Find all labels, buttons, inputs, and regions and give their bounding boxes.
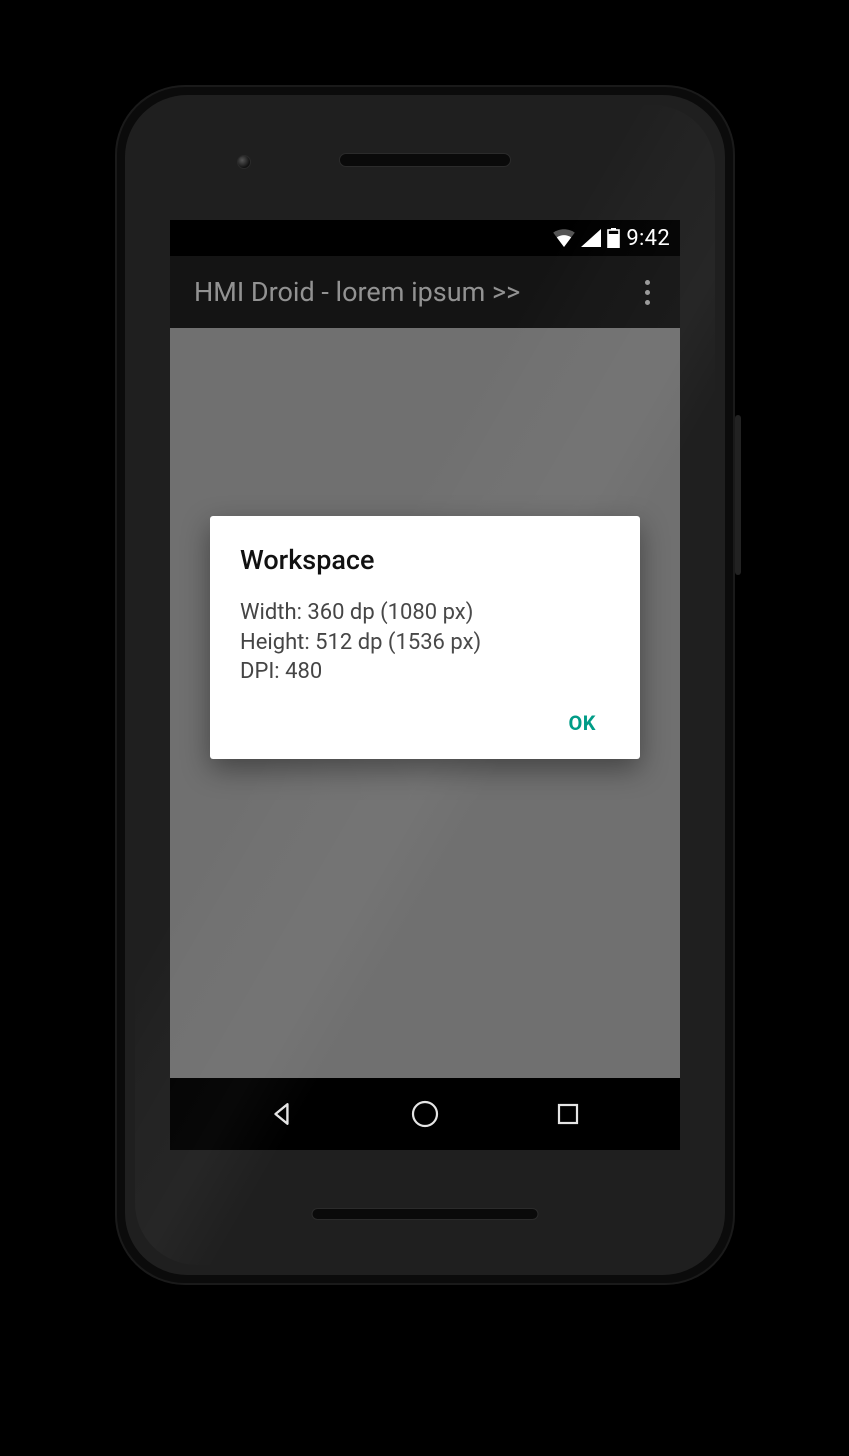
dialog-body: Width: 360 dp (1080 px) Height: 512 dp (… xyxy=(240,598,610,687)
home-button[interactable] xyxy=(408,1097,442,1131)
wifi-icon xyxy=(553,229,575,247)
bottom-speaker xyxy=(312,1208,539,1220)
dialog-title: Workspace xyxy=(240,544,610,576)
action-bar: HMI Droid - lorem ipsum >> xyxy=(170,256,680,328)
workspace-dialog: Workspace Width: 360 dp (1080 px) Height… xyxy=(210,516,640,759)
dialog-height-line: Height: 512 dp (1536 px) xyxy=(240,628,610,658)
app-title: HMI Droid - lorem ipsum >> xyxy=(194,276,520,308)
recents-button[interactable] xyxy=(551,1097,585,1131)
front-camera xyxy=(237,155,251,169)
dialog-dpi-line: DPI: 480 xyxy=(240,657,610,687)
dialog-width-line: Width: 360 dp (1080 px) xyxy=(240,598,610,628)
cell-signal-icon xyxy=(581,229,601,247)
status-time: 9:42 xyxy=(626,226,670,251)
earpiece xyxy=(339,153,511,167)
content-area: Workspace Width: 360 dp (1080 px) Height… xyxy=(170,328,680,1078)
battery-icon xyxy=(607,228,620,248)
overflow-menu-icon[interactable] xyxy=(639,274,656,311)
navigation-bar xyxy=(170,1078,680,1150)
screen: 9:42 HMI Droid - lorem ipsum >> Workspac… xyxy=(170,220,680,1150)
phone-inner: 9:42 HMI Droid - lorem ipsum >> Workspac… xyxy=(125,95,725,1275)
ok-button[interactable]: OK xyxy=(554,701,610,745)
phone-frame: 9:42 HMI Droid - lorem ipsum >> Workspac… xyxy=(115,85,735,1285)
back-button[interactable] xyxy=(265,1097,299,1131)
side-button xyxy=(735,415,741,575)
dialog-actions: OK xyxy=(240,701,610,745)
status-bar: 9:42 xyxy=(170,220,680,256)
